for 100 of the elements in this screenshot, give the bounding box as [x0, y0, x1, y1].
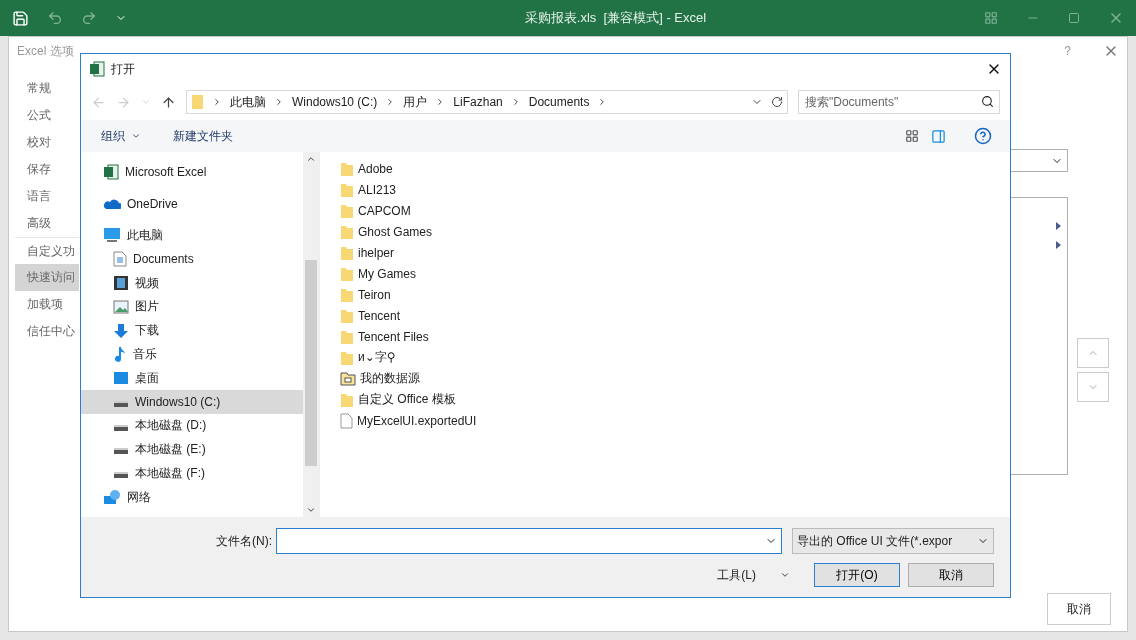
field-label: 文件名(N):: [216, 532, 272, 550]
cancel-button[interactable]: 取消: [1047, 593, 1111, 625]
filename-field[interactable]: [276, 528, 782, 554]
file-item[interactable]: 我的数据源: [340, 368, 420, 389]
nav-item[interactable]: 本地磁盘 (D:): [81, 413, 303, 438]
folder-icon: [340, 349, 354, 366]
breadcrumb[interactable]: Windows10 (C:): [292, 95, 378, 109]
file-item[interactable]: My Games: [340, 263, 416, 284]
film-icon: [113, 275, 129, 291]
cloud-icon: [103, 197, 121, 210]
excel-icon: [89, 61, 105, 77]
file-item[interactable]: CAPCOM: [340, 200, 411, 221]
scroll-down-icon[interactable]: [306, 505, 316, 515]
folder-icon: [340, 181, 354, 198]
network-icon: [103, 489, 121, 506]
desktop-icon: [113, 371, 129, 386]
dialog-title: 打开: [111, 60, 135, 78]
undo-icon[interactable]: [47, 10, 63, 26]
nav-item[interactable]: Documents: [81, 247, 303, 272]
view-options-icon[interactable]: [905, 129, 919, 143]
cancel-button[interactable]: 取消: [908, 563, 994, 587]
ribbon-options-icon[interactable]: [984, 11, 998, 25]
nav-item[interactable]: 本地磁盘 (F:): [81, 461, 303, 486]
file-item[interactable]: 自定义 Office 模板: [340, 389, 456, 410]
options-nav-item[interactable]: 快速访问: [15, 264, 79, 291]
file-item[interactable]: ihelper: [340, 242, 395, 263]
folder-icon: [340, 307, 354, 324]
file-item[interactable]: Adobe: [340, 158, 393, 179]
search-field[interactable]: 搜索"Documents": [798, 90, 1000, 114]
expand-arrow-icon[interactable]: [1056, 241, 1061, 249]
nav-item[interactable]: 图片: [81, 294, 303, 319]
folder-icon: [340, 328, 354, 345]
nav-item[interactable]: 音乐: [81, 342, 303, 367]
scroll-up-icon[interactable]: [306, 154, 316, 164]
nav-item[interactable]: 桌面: [81, 366, 303, 391]
folder-icon: [340, 286, 354, 303]
music-note-icon: [113, 346, 127, 363]
nav-item[interactable]: Windows10 (C:): [81, 390, 303, 414]
document-icon: [113, 251, 127, 268]
folder-icon: [340, 244, 354, 261]
nav-item[interactable]: 此电脑: [81, 223, 303, 248]
nav-item[interactable]: 网络: [81, 485, 303, 509]
breadcrumb[interactable]: 此电脑: [230, 93, 266, 111]
options-nav-item[interactable]: 信任中心: [15, 318, 79, 345]
dialog-title: Excel 选项: [17, 42, 74, 60]
redo-icon[interactable]: [81, 10, 97, 26]
file-item[interactable]: и⌄字⚲: [340, 347, 396, 368]
up-icon[interactable]: [161, 94, 176, 110]
expand-arrow-icon[interactable]: [1056, 222, 1061, 230]
picture-icon: [113, 299, 129, 314]
folder-icon: [340, 265, 354, 282]
options-nav-item[interactable]: 常规: [15, 75, 79, 102]
options-nav-item[interactable]: 加载项: [15, 291, 79, 318]
refresh-icon[interactable]: [771, 96, 783, 108]
open-button[interactable]: 打开(O): [814, 563, 900, 587]
file-icon: [340, 412, 353, 429]
file-type-select[interactable]: 导出的 Office UI 文件(*.expor: [792, 528, 994, 554]
new-folder-button[interactable]: 新建文件夹: [171, 125, 235, 147]
file-item[interactable]: Tencent Files: [340, 326, 429, 347]
separator-icon: [212, 97, 222, 107]
nav-item[interactable]: 下载: [81, 318, 303, 343]
options-nav-item[interactable]: 保存: [15, 156, 79, 183]
window-title: 采购报表.xls [兼容模式] - Excel: [523, 9, 708, 27]
preview-pane-icon[interactable]: [931, 128, 946, 144]
monitor-icon: [103, 227, 121, 244]
breadcrumb[interactable]: LiFazhan: [453, 95, 503, 109]
search-icon[interactable]: [981, 95, 994, 108]
breadcrumb[interactable]: Documents: [528, 95, 590, 109]
folder-icon: [340, 160, 354, 177]
nav-item[interactable]: OneDrive: [81, 191, 303, 216]
caret-icon[interactable]: [780, 570, 790, 580]
options-nav-item[interactable]: 校对: [15, 129, 79, 156]
folder-icon: [191, 94, 204, 110]
file-item[interactable]: ALI213: [340, 179, 397, 200]
maximize-icon[interactable]: [1068, 12, 1080, 24]
excel-icon: [103, 163, 119, 180]
file-item[interactable]: Ghost Games: [340, 221, 433, 242]
save-icon[interactable]: [12, 9, 29, 27]
options-nav-item[interactable]: 高级: [15, 210, 79, 237]
folder-icon: [340, 223, 354, 240]
help-icon[interactable]: [974, 127, 992, 145]
options-nav-item[interactable]: 语言: [15, 183, 79, 210]
folder-icon: [340, 391, 354, 408]
file-item[interactable]: Teiron: [340, 284, 391, 305]
separator-icon: [274, 97, 284, 107]
caret-icon[interactable]: [131, 131, 141, 141]
scrollbar[interactable]: [303, 152, 319, 517]
file-item[interactable]: MyExcelUI.exportedUI: [340, 410, 477, 431]
options-nav-item[interactable]: 公式: [15, 102, 79, 129]
folder-icon: [340, 202, 354, 219]
down-arrow-icon: [113, 322, 129, 339]
breadcrumb[interactable]: 用户: [403, 93, 428, 111]
data-folder-icon: [340, 371, 356, 386]
nav-item[interactable]: Microsoft Excel: [81, 160, 303, 184]
nav-item[interactable]: 本地磁盘 (E:): [81, 437, 303, 462]
address-bar[interactable]: 此电脑 Windows10 (C:) 用户 LiFazhan Documents: [186, 90, 788, 114]
organize-button[interactable]: 组织: [99, 125, 143, 147]
tools-button[interactable]: 工具(L): [715, 564, 792, 586]
nav-item[interactable]: 视频: [81, 271, 303, 295]
file-item[interactable]: Tencent: [340, 305, 401, 326]
